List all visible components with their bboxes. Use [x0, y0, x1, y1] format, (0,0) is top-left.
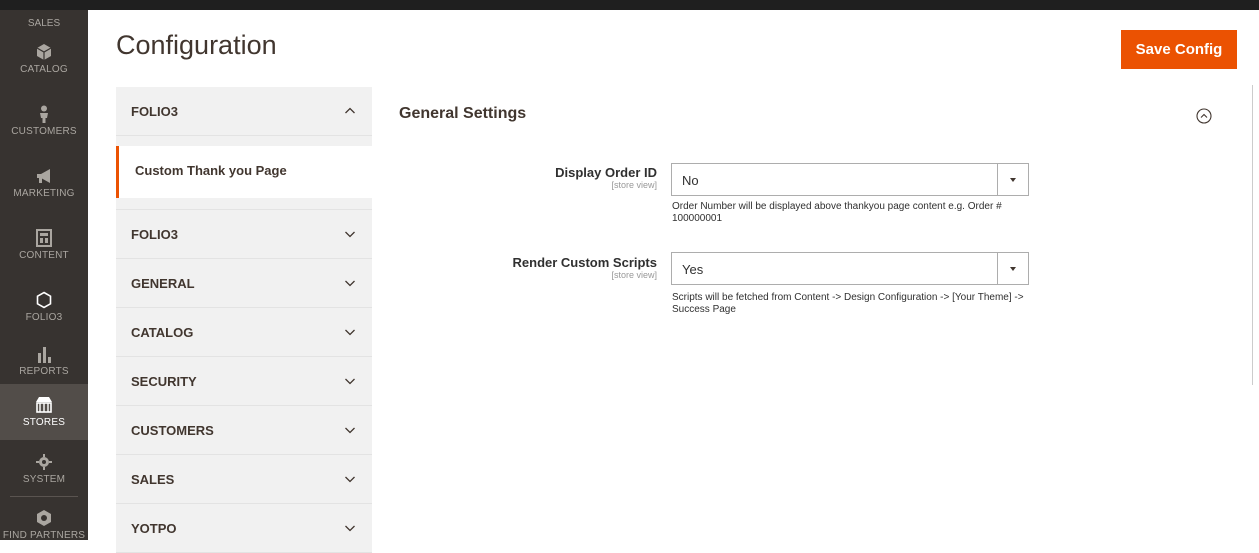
caret-down-icon [1010, 178, 1016, 182]
field-label-display-order-id: Display Order ID [555, 165, 657, 180]
field-note: Order Number will be displayed above tha… [672, 201, 1002, 224]
chevron-down-icon [345, 378, 355, 385]
tab-label: FOLIO3 [131, 227, 178, 242]
chevron-down-icon [345, 525, 355, 532]
page-title: Configuration [116, 30, 277, 60]
tab-label: GENERAL [131, 276, 195, 291]
sidebar-item-label: SYSTEM [22, 474, 66, 485]
tab-item-custom-thank-you-page[interactable]: Custom Thank you Page [116, 146, 372, 198]
tab-catalog[interactable]: CATALOG [116, 308, 372, 357]
save-config-button[interactable]: Save Config [1121, 30, 1237, 69]
tab-label: CATALOG [131, 325, 194, 340]
select-arrow-box[interactable] [997, 164, 1028, 195]
sidebar-item-label: FOLIO3 [25, 312, 63, 323]
sidebar-item-label: CUSTOMERS [11, 126, 77, 137]
scope-label: [store view] [611, 180, 657, 190]
store-icon [36, 397, 52, 413]
tab-folio3[interactable]: FOLIO3 [116, 210, 372, 259]
sidebar-item-folio3[interactable]: FOLIO3 [0, 282, 88, 340]
tab-yotpo[interactable]: YOTPO [116, 504, 372, 553]
partners-icon [37, 510, 51, 526]
sidebar-item-sales[interactable]: SALES [0, 18, 88, 29]
tab-subitems: Custom Thank you Page [116, 136, 372, 210]
collapse-section-icon[interactable] [1196, 108, 1212, 124]
scroll-divider [1252, 85, 1253, 385]
sidebar-item-system[interactable]: SYSTEM [0, 446, 88, 496]
hexagon-icon [36, 291, 52, 309]
megaphone-icon [37, 169, 50, 183]
field-label-render-custom-scripts: Render Custom Scripts [512, 255, 657, 270]
sidebar-item-customers[interactable]: CUSTOMERS [0, 96, 88, 154]
sidebar-divider [10, 496, 78, 497]
person-icon [40, 105, 48, 123]
tab-customers[interactable]: CUSTOMERS [116, 406, 372, 455]
chevron-down-icon [345, 476, 355, 483]
tab-item-label: Custom Thank you Page [135, 163, 287, 178]
tab-sales[interactable]: SALES [116, 455, 372, 504]
tab-label: YOTPO [131, 521, 177, 536]
render-custom-scripts-select[interactable]: Yes [671, 252, 1029, 285]
tab-folio3-expanded[interactable]: FOLIO3 [116, 87, 372, 136]
tab-label: FOLIO3 [131, 104, 178, 119]
cube-icon [36, 44, 52, 60]
admin-sidebar: SALES CATALOG CUSTOMERS MARKETING CONTEN… [0, 10, 88, 541]
chevron-down-icon [345, 329, 355, 336]
tab-general[interactable]: GENERAL [116, 259, 372, 308]
sidebar-item-label: MARKETING [13, 188, 75, 199]
top-bar [0, 0, 1259, 10]
caret-down-icon [1010, 267, 1016, 271]
config-tabs: FOLIO3 Custom Thank you Page FOLIO3 GENE… [116, 87, 372, 553]
sidebar-item-label: CONTENT [19, 250, 69, 261]
scope-label: [store view] [611, 270, 657, 280]
chevron-up-icon [345, 107, 355, 114]
tab-label: SALES [131, 472, 175, 487]
sidebar-item-marketing[interactable]: MARKETING [0, 158, 88, 216]
sidebar-item-label: FIND PARTNERS [2, 530, 86, 541]
select-arrow-box[interactable] [997, 253, 1028, 284]
gear-icon [36, 454, 52, 470]
sidebar-item-label: REPORTS [19, 366, 69, 377]
content-icon [36, 229, 52, 247]
select-value: Yes [682, 262, 704, 277]
chevron-down-icon [345, 427, 355, 434]
sidebar-item-stores[interactable]: STORES [0, 384, 88, 440]
tab-label: CUSTOMERS [131, 423, 214, 438]
display-order-id-select[interactable]: No [671, 163, 1029, 196]
sidebar-item-find-partners[interactable]: FIND PARTNERS [0, 504, 88, 544]
tab-security[interactable]: SECURITY [116, 357, 372, 406]
tab-label: SECURITY [131, 374, 197, 389]
chevron-down-icon [345, 231, 355, 238]
select-value: No [682, 173, 699, 188]
sidebar-item-label: STORES [22, 417, 66, 428]
sidebar-item-catalog[interactable]: CATALOG [0, 34, 88, 92]
sidebar-item-label: CATALOG [20, 64, 68, 75]
field-note: Scripts will be fetched from Content -> … [672, 292, 1024, 315]
bar-chart-icon [38, 347, 51, 363]
sidebar-item-content[interactable]: CONTENT [0, 220, 88, 278]
chevron-down-icon [345, 280, 355, 287]
section-title[interactable]: General Settings [399, 105, 526, 123]
